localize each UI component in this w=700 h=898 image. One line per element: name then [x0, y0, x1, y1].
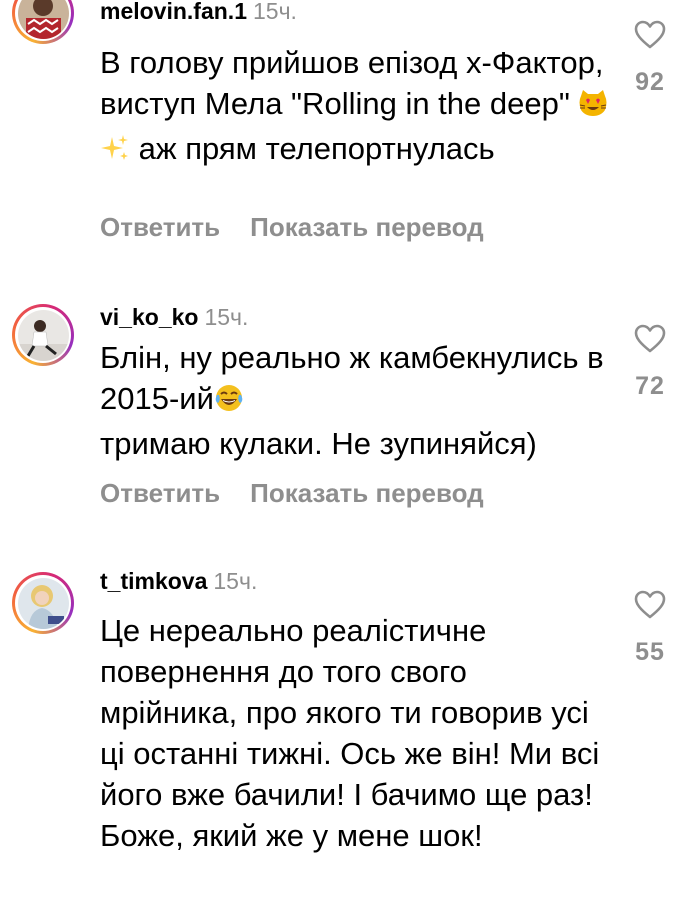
comment-text-part: В голову прийшов епізод х-Фактор, виступ…: [100, 45, 604, 121]
comment-header: vi_ko_ko 15ч.: [100, 303, 248, 331]
avatar-photo: [17, 577, 69, 629]
comment-header: melovin.fan.1 15ч.: [100, 0, 297, 25]
avatar-image: [17, 0, 69, 39]
avatar-ring-gap: [15, 307, 71, 363]
comment-item: melovin.fan.1 15ч. В голову прийшов епізо…: [0, 0, 700, 260]
avatar-image: [17, 309, 69, 361]
like-count: 72: [635, 372, 665, 400]
username[interactable]: vi_ko_ko: [100, 304, 198, 330]
avatar[interactable]: [12, 572, 74, 634]
comment-text-part: аж прям телепортнулась: [130, 131, 495, 166]
comment-text: Це нереально реалістичне повернення до т…: [100, 613, 600, 853]
reply-button[interactable]: Ответить: [100, 212, 220, 242]
tears-of-joy-emoji: [214, 382, 244, 423]
comment-text-part: Блін, ну реально ж камбекнулись в 2015-и…: [100, 340, 604, 416]
like-count: 55: [635, 638, 665, 666]
comment-actions: Ответить Показать перевод: [100, 212, 484, 242]
heart-outline-icon[interactable]: [634, 20, 666, 50]
show-translation-button[interactable]: Показать перевод: [250, 212, 484, 242]
reply-button[interactable]: Ответить: [100, 478, 220, 508]
heart-outline-icon[interactable]: [634, 590, 666, 620]
sparkles-emoji: [100, 132, 130, 173]
comment-header: t_timkova 15ч.: [100, 567, 257, 595]
timestamp: 15ч.: [213, 568, 258, 594]
timestamp: 15ч.: [252, 0, 297, 24]
avatar[interactable]: [12, 304, 74, 366]
like-block: 72: [618, 324, 682, 401]
avatar-ring-gap: [15, 0, 71, 41]
comment-actions: Ответить Показать перевод: [100, 478, 484, 508]
avatar-photo: [17, 309, 69, 361]
like-count: 92: [635, 68, 665, 96]
comment-text: В голову прийшов епізод х-Фактор, виступ…: [100, 42, 610, 173]
avatar[interactable]: [12, 0, 74, 44]
avatar-photo: [17, 0, 69, 39]
username[interactable]: t_timkova: [100, 568, 207, 594]
heart-eyes-cat-emoji: [578, 87, 608, 128]
comment-item: vi_ko_ko 15ч. Блін, ну реально ж камбекну…: [0, 290, 700, 530]
comment-item: t_timkova 15ч. Це нереально реалістичне п…: [0, 560, 700, 898]
avatar-ring-gap: [15, 575, 71, 631]
like-block: 92: [618, 20, 682, 97]
avatar-image: [17, 577, 69, 629]
comment-text: Блін, ну реально ж камбекнулись в 2015-и…: [100, 337, 610, 464]
timestamp: 15ч.: [204, 304, 249, 330]
like-block: 55: [618, 590, 682, 667]
heart-outline-icon[interactable]: [634, 324, 666, 354]
comment-text-part: тримаю кулаки. Не зупиняйся): [100, 426, 537, 461]
username[interactable]: melovin.fan.1: [100, 0, 247, 24]
show-translation-button[interactable]: Показать перевод: [250, 478, 484, 508]
